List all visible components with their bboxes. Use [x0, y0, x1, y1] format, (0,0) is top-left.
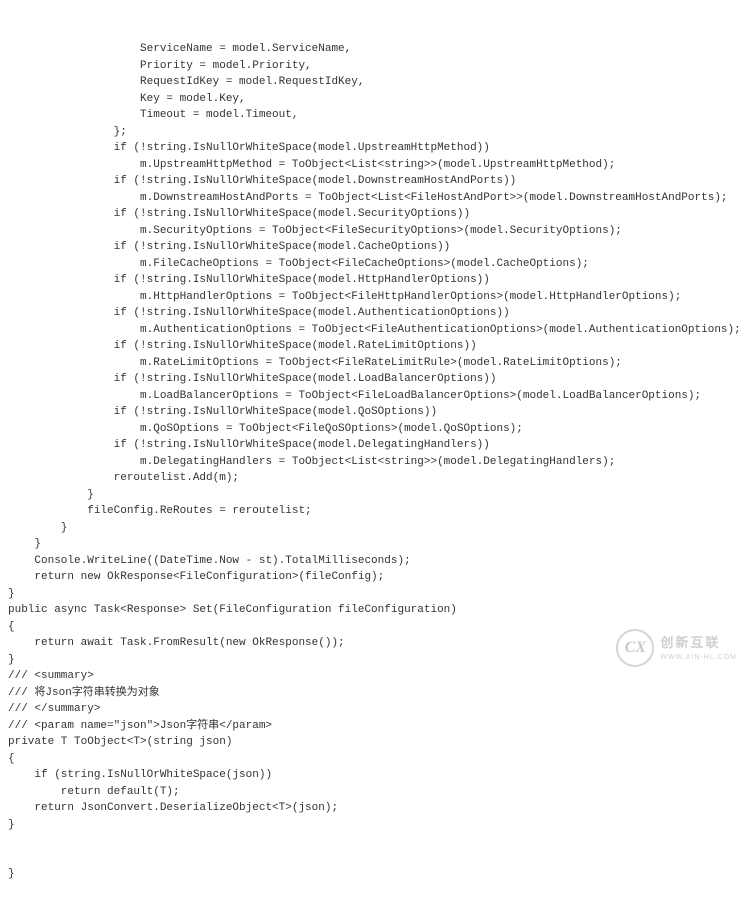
- code-line: m.DownstreamHostAndPorts = ToObject<List…: [8, 190, 739, 207]
- code-line: m.QoSOptions = ToObject<FileQoSOptions>(…: [8, 421, 739, 438]
- code-line: Key = model.Key,: [8, 91, 739, 108]
- code-line: }: [8, 520, 739, 537]
- code-line: private T ToObject<T>(string json): [8, 734, 739, 751]
- code-line: /// <param name="json">Json字符串</param>: [8, 718, 739, 735]
- code-line: RequestIdKey = model.RequestIdKey,: [8, 74, 739, 91]
- code-line: }: [8, 817, 739, 834]
- code-line: Console.WriteLine((DateTime.Now - st).To…: [8, 553, 739, 570]
- code-line: m.HttpHandlerOptions = ToObject<FileHttp…: [8, 289, 739, 306]
- code-line: /// 将Json字符串转换为对象: [8, 685, 739, 702]
- code-line: m.DelegatingHandlers = ToObject<List<str…: [8, 454, 739, 471]
- code-line: ServiceName = model.ServiceName,: [8, 41, 739, 58]
- code-line: };: [8, 124, 739, 141]
- watermark-text: 创新互联 WWW.XIN-HL.COM: [660, 633, 737, 663]
- code-line: Timeout = model.Timeout,: [8, 107, 739, 124]
- code-line: }: [8, 536, 739, 553]
- code-line: m.LoadBalancerOptions = ToObject<FileLoa…: [8, 388, 739, 405]
- code-block: ServiceName = model.ServiceName, Priorit…: [8, 8, 739, 899]
- code-line: if (!string.IsNullOrWhiteSpace(model.Rat…: [8, 338, 739, 355]
- code-line: /// </summary>: [8, 701, 739, 718]
- watermark-main-text: 创新互联: [660, 633, 737, 653]
- code-line: m.RateLimitOptions = ToObject<FileRateLi…: [8, 355, 739, 372]
- code-line: }: [8, 487, 739, 504]
- code-line: m.SecurityOptions = ToObject<FileSecurit…: [8, 223, 739, 240]
- watermark-logo-icon: CX: [616, 629, 654, 667]
- code-line: Priority = model.Priority,: [8, 58, 739, 75]
- code-line: if (!string.IsNullOrWhiteSpace(model.Htt…: [8, 272, 739, 289]
- code-line: if (!string.IsNullOrWhiteSpace(model.Cac…: [8, 239, 739, 256]
- code-line: if (!string.IsNullOrWhiteSpace(model.Aut…: [8, 305, 739, 322]
- code-line: if (!string.IsNullOrWhiteSpace(model.QoS…: [8, 404, 739, 421]
- closing-brace-line: }: [8, 866, 739, 883]
- code-line: return new OkResponse<FileConfiguration>…: [8, 569, 739, 586]
- code-line: if (!string.IsNullOrWhiteSpace(model.Dow…: [8, 173, 739, 190]
- watermark-sub-text: WWW.XIN-HL.COM: [660, 653, 737, 664]
- code-line: if (!string.IsNullOrWhiteSpace(model.Sec…: [8, 206, 739, 223]
- code-line: return JsonConvert.DeserializeObject<T>(…: [8, 800, 739, 817]
- code-line: /// <summary>: [8, 668, 739, 685]
- code-line: m.FileCacheOptions = ToObject<FileCacheO…: [8, 256, 739, 273]
- watermark: CX 创新互联 WWW.XIN-HL.COM: [616, 629, 737, 667]
- code-line: m.UpstreamHttpMethod = ToObject<List<str…: [8, 157, 739, 174]
- code-lines: ServiceName = model.ServiceName, Priorit…: [8, 41, 739, 833]
- code-line: return default(T);: [8, 784, 739, 801]
- code-line: m.AuthenticationOptions = ToObject<FileA…: [8, 322, 739, 339]
- code-line: public async Task<Response> Set(FileConf…: [8, 602, 739, 619]
- code-line: }: [8, 586, 739, 603]
- code-line: {: [8, 751, 739, 768]
- code-line: if (string.IsNullOrWhiteSpace(json)): [8, 767, 739, 784]
- code-line: if (!string.IsNullOrWhiteSpace(model.Ups…: [8, 140, 739, 157]
- code-line: if (!string.IsNullOrWhiteSpace(model.Loa…: [8, 371, 739, 388]
- code-line: fileConfig.ReRoutes = reroutelist;: [8, 503, 739, 520]
- code-line: reroutelist.Add(m);: [8, 470, 739, 487]
- code-line: if (!string.IsNullOrWhiteSpace(model.Del…: [8, 437, 739, 454]
